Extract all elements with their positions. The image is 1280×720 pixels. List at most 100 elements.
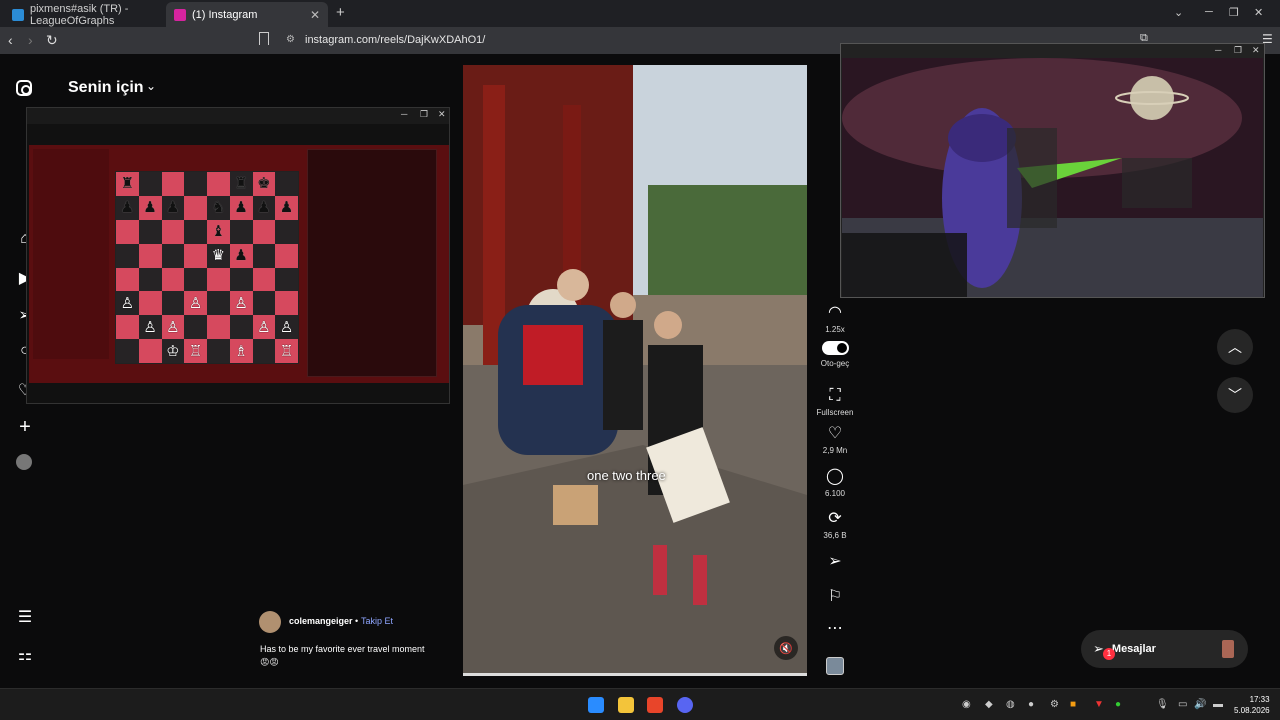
url-input[interactable]: instagram.com/reels/DajKwXDAhO1/	[305, 34, 485, 46]
previous-reel-button[interactable]: ︿	[1217, 329, 1253, 365]
chess-piece-icon[interactable]: ♚	[257, 176, 270, 191]
save-button[interactable]: ⚐	[805, 588, 865, 606]
chess-square[interactable]: ♟	[229, 243, 253, 268]
chess-piece-icon[interactable]: ♟	[234, 248, 247, 263]
restore-icon[interactable]: ❐	[1229, 6, 1239, 19]
chess-piece-icon[interactable]: ♟	[257, 200, 270, 215]
chess-square[interactable]	[184, 195, 207, 220]
minimize-icon[interactable]: ─	[1215, 45, 1221, 55]
chess-piece-icon[interactable]: ♙	[189, 296, 202, 311]
chess-square[interactable]	[161, 291, 185, 316]
tray-icon-3[interactable]: ◍	[1006, 699, 1015, 710]
network-icon[interactable]: ▭	[1178, 699, 1187, 710]
chess-square[interactable]	[138, 172, 162, 196]
chess-window[interactable]: ─ ❐ ✕ ♜ ♜ ♚ ♟ ♟ ♟ ♞ ♟ ♟ ♟ ♝ ♛ ♟ ♙ ♙ ♙ ♙ ♙ ♙ ♙ ♔ ♖ ♗ ♖	[26, 107, 450, 404]
plus-icon[interactable]: +	[16, 416, 34, 439]
follow-button[interactable]: Takip Et	[361, 616, 393, 626]
chevron-down-icon[interactable]: ⌄	[1174, 6, 1183, 19]
author-avatar[interactable]	[259, 611, 281, 633]
next-reel-button[interactable]: ﹀	[1217, 377, 1253, 413]
chess-square[interactable]	[207, 339, 230, 363]
chess-piece-icon[interactable]: ♜	[121, 176, 134, 191]
chess-square[interactable]: ♟	[116, 195, 139, 220]
instagram-logo-icon[interactable]	[16, 80, 32, 96]
chess-square[interactable]: ♝	[207, 219, 230, 244]
reel-video[interactable]	[463, 65, 807, 676]
feed-title[interactable]: Senin için	[68, 79, 144, 97]
muted-speaker-icon[interactable]: 🔇	[774, 636, 798, 660]
forward-icon[interactable]: ›	[28, 32, 33, 48]
chess-piece-icon[interactable]: ♖	[280, 344, 293, 359]
chess-square[interactable]	[184, 219, 207, 244]
share-button[interactable]: ➢	[805, 553, 865, 571]
chess-square[interactable]	[184, 243, 207, 268]
chess-piece-icon[interactable]: ♜	[234, 176, 247, 191]
close-icon[interactable]: ✕	[438, 109, 446, 120]
new-tab-button[interactable]: +	[336, 4, 345, 21]
like-button[interactable]: ♡ 2,9 Mn	[805, 425, 865, 455]
tab-instagram[interactable]: (1) Instagram ✕	[166, 2, 328, 27]
chess-square[interactable]	[252, 267, 276, 292]
autoplay-toggle[interactable]	[822, 341, 849, 355]
chess-piece-icon[interactable]: ♟	[143, 200, 156, 215]
close-window-icon[interactable]: ✕	[1254, 6, 1263, 19]
tray-icon-8[interactable]: ●	[1115, 699, 1121, 710]
fullscreen-button[interactable]: ⛶ Fullscreen	[805, 387, 865, 417]
chess-square[interactable]	[138, 243, 162, 268]
chess-square[interactable]	[161, 243, 185, 268]
chess-square[interactable]	[161, 219, 185, 244]
chess-square[interactable]: ♙	[252, 315, 276, 340]
tray-icon-6[interactable]: ■	[1070, 699, 1076, 710]
chess-square[interactable]	[229, 267, 253, 292]
chess-square[interactable]: ♙	[229, 291, 253, 316]
chess-square[interactable]	[229, 219, 253, 244]
file-explorer-icon[interactable]	[618, 697, 634, 713]
chess-square[interactable]: ♟	[161, 195, 185, 220]
chess-square[interactable]: ♟	[252, 195, 276, 220]
chess-square[interactable]	[252, 243, 276, 268]
chess-square[interactable]: ♛	[207, 243, 230, 268]
chess-square[interactable]	[275, 291, 298, 316]
chess-piece-icon[interactable]: ♙	[121, 296, 134, 311]
speed-control[interactable]: ◠ 1.25x	[805, 304, 865, 334]
tray-icon-7[interactable]: ▼	[1094, 699, 1104, 710]
chess-square[interactable]	[275, 172, 298, 196]
chess-square[interactable]: ♙	[116, 291, 139, 316]
more-apps-icon[interactable]: ⚏	[16, 645, 34, 665]
chess-square[interactable]: ♙	[161, 315, 185, 340]
restore-icon[interactable]: ❐	[420, 109, 428, 120]
messages-button[interactable]: ➢ 1 Mesajlar	[1081, 630, 1248, 668]
speaker-icon[interactable]: 🔊	[1194, 699, 1206, 710]
chess-square[interactable]: ♖	[275, 339, 298, 363]
tray-icon-4[interactable]: ●	[1028, 699, 1034, 710]
comment-button[interactable]: ◯ 6.100	[805, 468, 865, 498]
chess-square[interactable]: ♙	[184, 291, 207, 316]
close-icon[interactable]: ✕	[1252, 45, 1260, 56]
tray-icon-1[interactable]: ◉	[962, 699, 971, 710]
audio-avatar[interactable]	[826, 657, 844, 675]
chess-piece-icon[interactable]: ♙	[143, 320, 156, 335]
repost-button[interactable]: ⟳ 36,6 B	[805, 510, 865, 540]
chess-square[interactable]: ♟	[138, 195, 162, 220]
chess-piece-icon[interactable]: ♛	[212, 248, 225, 263]
restore-icon[interactable]: ❐	[1234, 45, 1242, 56]
chess-square[interactable]	[138, 339, 162, 363]
chess-piece-icon[interactable]: ♙	[234, 296, 247, 311]
chess-square[interactable]	[229, 315, 253, 340]
chess-piece-icon[interactable]: ♙	[280, 320, 293, 335]
menu-icon[interactable]: ☰	[16, 607, 34, 627]
chess-square[interactable]	[207, 172, 230, 196]
chess-square[interactable]	[116, 219, 139, 244]
minimize-icon[interactable]: ─	[401, 109, 407, 119]
chess-square[interactable]	[275, 219, 298, 244]
chess-square[interactable]	[116, 315, 139, 340]
avatar[interactable]	[16, 454, 32, 470]
chess-square[interactable]	[184, 267, 207, 292]
site-info-icon[interactable]: ⚙	[286, 34, 295, 45]
microphone-icon[interactable]: 🎙	[1156, 699, 1169, 710]
chess-square[interactable]: ♟	[275, 195, 298, 220]
reload-icon[interactable]: ↻	[46, 32, 58, 49]
chess-square[interactable]	[275, 243, 298, 268]
chess-square[interactable]	[252, 291, 276, 316]
chess-piece-icon[interactable]: ♔	[166, 344, 179, 359]
